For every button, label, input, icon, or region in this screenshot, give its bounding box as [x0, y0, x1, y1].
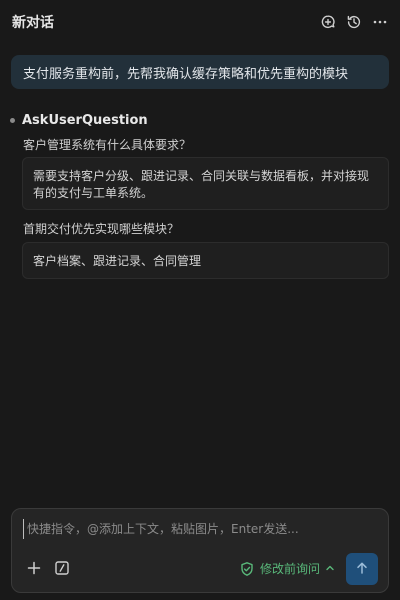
user-message: 支付服务重构前，先帮我确认缓存策略和优先重构的模块 — [11, 55, 389, 89]
permission-mode-toggle[interactable]: 修改前询问 — [239, 560, 335, 577]
arrow-up-icon — [355, 560, 369, 579]
question-2: 首期交付优先实现哪些模块？ — [23, 222, 180, 236]
add-icon[interactable] — [26, 560, 42, 576]
composer-tools — [26, 560, 70, 576]
send-button[interactable] — [346, 553, 378, 585]
tool-status-dot — [10, 118, 15, 123]
message-input[interactable] — [23, 519, 377, 539]
slash-command-icon[interactable] — [54, 560, 70, 576]
message-composer: 修改前询问 — [11, 508, 389, 593]
chevron-up-icon — [325, 562, 335, 576]
header-actions — [320, 14, 388, 30]
more-icon[interactable] — [372, 14, 388, 30]
permission-mode-label: 修改前询问 — [260, 562, 321, 576]
header: 新对话 — [0, 0, 400, 44]
chat-window: 新对话 支付服务重构前，先帮我确认缓存策略和优先重构的模块 AskUserQue… — [0, 0, 400, 600]
answer-2: 客户档案、跟进记录、合同管理 — [22, 242, 389, 279]
tool-name: AskUserQuestion — [22, 113, 148, 128]
new-chat-icon[interactable] — [320, 14, 336, 30]
history-icon[interactable] — [346, 14, 362, 30]
tool-call-header: AskUserQuestion — [10, 113, 148, 128]
shield-check-icon — [239, 561, 255, 577]
answer-1: 需要支持客户分级、跟进记录、合同关联与数据看板，并对接现有的支付与工单系统。 — [22, 157, 389, 210]
page-title: 新对话 — [12, 15, 54, 31]
question-1: 客户管理系统有什么具体要求？ — [23, 138, 192, 152]
